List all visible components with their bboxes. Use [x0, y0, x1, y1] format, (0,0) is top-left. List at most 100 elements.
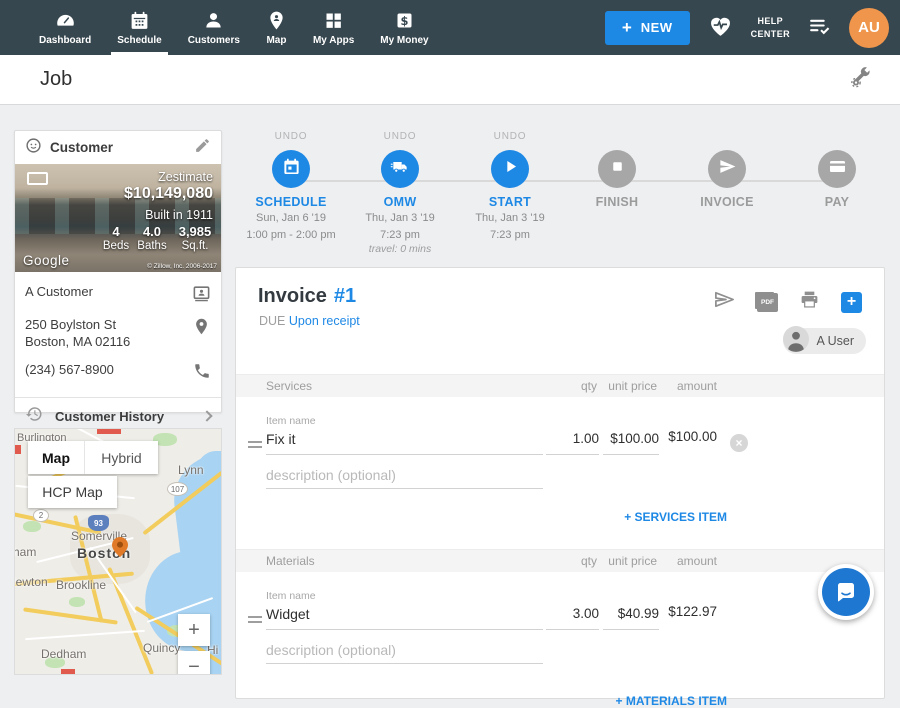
contact-card-icon[interactable] — [192, 284, 211, 308]
top-navbar: Dashboard Schedule Customers Map My Apps… — [0, 0, 900, 55]
play-icon — [501, 157, 520, 181]
step-label: PAY — [777, 195, 897, 209]
item-name-field[interactable]: Widget — [266, 606, 543, 630]
map-pin-icon — [266, 10, 287, 31]
amount-value: $122.97 — [668, 604, 717, 619]
property-photo[interactable]: Zestimate $10,149,080 Built in 1911 4 4.… — [15, 164, 221, 272]
hcp-map-button[interactable]: HCP Map — [28, 476, 117, 508]
person-icon — [203, 10, 224, 31]
undo-button[interactable]: UNDO — [450, 131, 570, 143]
route-107-shield: 107 — [167, 482, 188, 496]
unit-price-field[interactable]: $100.00 — [603, 431, 659, 455]
delete-item-button[interactable]: × — [730, 434, 748, 452]
print-icon[interactable] — [799, 289, 820, 315]
chat-button[interactable] — [818, 564, 874, 620]
unit-price-field[interactable]: $40.99 — [603, 606, 659, 630]
invoice-step-button[interactable] — [708, 150, 746, 188]
baths-label: Baths — [133, 240, 171, 252]
start-step-button[interactable] — [491, 150, 529, 188]
materials-section-header: Materials qty unit price amount — [236, 549, 884, 572]
map-zoom-out-button[interactable]: − — [178, 651, 210, 675]
assignee-avatar-icon — [783, 326, 809, 357]
map-label-dedham: Dedham — [41, 647, 86, 661]
nav-label: My Money — [380, 35, 428, 46]
job-tools-icon[interactable] — [849, 66, 872, 94]
map-label-quincy: Quincy — [143, 641, 180, 655]
heart-pulse-icon[interactable] — [707, 12, 734, 44]
property-stats: 4 4.0 3,985 Beds Baths Sq.ft. — [99, 224, 219, 252]
map-label-newton: Newton — [14, 575, 48, 589]
finish-step-button[interactable] — [598, 150, 636, 188]
customer-card-header: Customer — [15, 131, 221, 164]
address-line2: Boston, MA 02116 — [25, 334, 130, 351]
plus-icon: + — [622, 18, 632, 38]
map-transit — [61, 669, 75, 675]
dashboard-icon — [55, 10, 76, 31]
nav-item-my-apps[interactable]: My Apps — [300, 0, 367, 55]
add-services-item-link[interactable]: + SERVICES ITEM — [236, 510, 884, 524]
nav-label: Dashboard — [39, 35, 91, 46]
step-label: OMW — [340, 195, 460, 209]
invoice-number[interactable]: #1 — [334, 285, 356, 308]
chat-icon — [822, 568, 870, 616]
location-pin-icon[interactable] — [192, 317, 211, 341]
invoice-actions: PDF + — [713, 288, 862, 316]
activity-feed-icon[interactable] — [807, 13, 832, 43]
edit-pencil-icon[interactable] — [194, 137, 211, 159]
omw-step-button[interactable] — [381, 150, 419, 188]
undo-button[interactable]: UNDO — [340, 131, 460, 143]
user-avatar[interactable]: AU — [849, 8, 889, 48]
nav-item-schedule[interactable]: Schedule — [104, 0, 174, 55]
description-field[interactable]: description (optional) — [266, 642, 543, 664]
unit-price-column-header: unit price — [608, 379, 657, 393]
address-line1: 250 Boylston St — [25, 317, 130, 334]
schedule-step-button[interactable] — [272, 150, 310, 188]
grid-icon — [323, 10, 344, 31]
dollar-icon: $ — [394, 10, 415, 31]
help-center-button[interactable]: HELP CENTER — [751, 15, 790, 39]
new-button-label: NEW — [641, 20, 673, 35]
map-label-lynn: Lynn — [178, 463, 204, 477]
pay-step-button[interactable] — [818, 150, 856, 188]
amount-column-header: amount — [677, 554, 717, 568]
assignee-pill[interactable]: A User — [783, 328, 866, 354]
nav-item-dashboard[interactable]: Dashboard — [26, 0, 104, 55]
main-column: UNDO SCHEDULE Sun, Jan 6 '19 1:00 pm - 2… — [235, 105, 885, 675]
phone-icon[interactable] — [193, 362, 211, 385]
map-type-hybrid-button[interactable]: Hybrid — [85, 441, 158, 474]
map-zoom-in-button[interactable]: + — [178, 614, 210, 646]
item-name-field[interactable]: Fix it — [266, 431, 543, 455]
sqft-label: Sq.ft. — [171, 240, 219, 252]
svg-text:$: $ — [400, 13, 408, 27]
map-type-map-button[interactable]: Map — [28, 441, 85, 474]
nav-item-map[interactable]: Map — [253, 0, 300, 55]
drag-handle[interactable] — [248, 616, 262, 623]
undo-button[interactable]: UNDO — [231, 131, 351, 143]
add-invoice-icon[interactable]: + — [841, 292, 862, 313]
nav-item-customers[interactable]: Customers — [175, 0, 253, 55]
send-icon — [718, 157, 737, 181]
add-materials-item-link[interactable]: + MATERIALS ITEM — [236, 694, 884, 708]
step-time: 7:23 pm — [450, 228, 570, 243]
zillow-copyright: © Zillow, Inc. 2006-2017 — [147, 263, 217, 270]
description-field[interactable]: description (optional) — [266, 467, 543, 489]
due-value-link[interactable]: Upon receipt — [289, 314, 360, 328]
sqft-value: 3,985 — [171, 224, 219, 239]
qty-column-header: qty — [581, 554, 597, 568]
customer-history-label: Customer History — [55, 409, 164, 424]
qty-field[interactable]: 1.00 — [546, 431, 599, 455]
new-button[interactable]: + NEW — [605, 11, 690, 45]
amount-column-header: amount — [677, 379, 717, 393]
calendar-icon — [129, 10, 150, 31]
step-label: FINISH — [557, 195, 677, 209]
send-invoice-icon[interactable] — [713, 288, 736, 316]
nav-item-my-money[interactable]: $ My Money — [367, 0, 441, 55]
drag-handle[interactable] — [248, 441, 262, 448]
travel-time: travel: 0 mins — [340, 243, 460, 255]
step-label: INVOICE — [667, 195, 787, 209]
material-line-item: Item name Widget 3.00 $40.99 $122.97 des… — [236, 572, 884, 680]
customer-address-row: 250 Boylston St Boston, MA 02116 — [15, 317, 221, 351]
qty-field[interactable]: 3.00 — [546, 606, 599, 630]
map-transit — [97, 429, 121, 434]
pdf-icon[interactable]: PDF — [757, 293, 778, 312]
